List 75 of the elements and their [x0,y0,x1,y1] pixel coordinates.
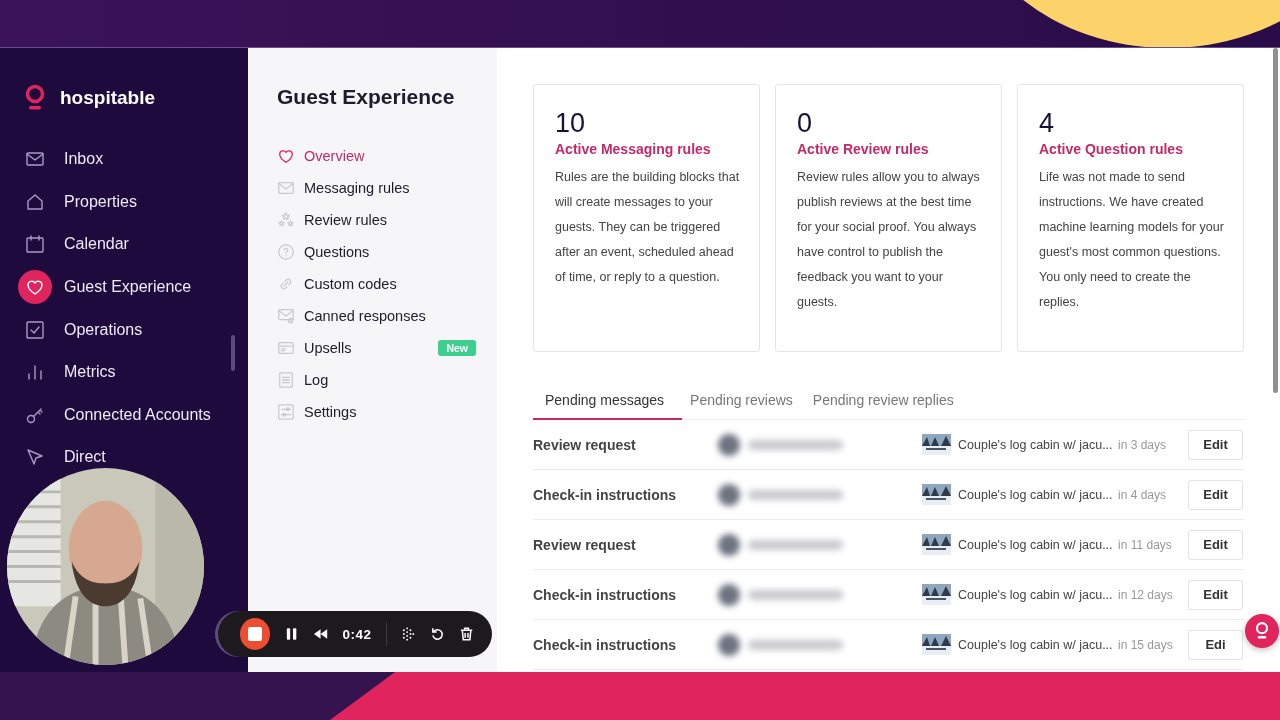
sidebar-item[interactable]: Operations [0,308,248,351]
edit-button[interactable]: Edi [1188,629,1243,660]
logo-icon [1254,621,1270,641]
grid-icon[interactable] [400,626,416,642]
house-icon [25,191,45,212]
rule-count: 4 [1039,107,1056,139]
message-type: Review request [533,536,637,553]
card-description: Life was not made to send instructions. We have created machine learning models for your guest's most common questions. You only need to create the replies. [1039,169,1225,311]
due-time: in 12 days [1118,587,1174,602]
message-type: Check-in instructions [533,486,678,503]
property-name: Couple's log cabin w/ jacu... [958,637,1113,652]
sidebar-item[interactable]: Calendar [0,223,248,266]
calendar-icon [25,234,45,255]
subnav-item[interactable]: Log [277,364,476,396]
tab[interactable]: Pending reviews [682,382,805,420]
new-badge: New [438,340,476,356]
heart-icon [277,147,295,165]
subnav-item[interactable]: Canned responses [277,300,476,332]
subnav-item[interactable]: Custom codes [277,268,476,300]
envelope-icon [277,179,295,197]
card-title: Active Review rules [797,141,930,157]
brand-name: hospitable [60,87,155,109]
stars-icon [277,211,295,229]
sidebar-item[interactable]: Inbox [0,138,248,181]
property-name: Couple's log cabin w/ jacu... [958,487,1113,502]
property-name: Couple's log cabin w/ jacu... [958,587,1113,602]
sidebar-item[interactable]: Direct [0,436,248,479]
trash-icon[interactable] [458,626,474,642]
cursor-arrow-icon [25,447,45,468]
sidebar-item[interactable]: Properties [0,180,248,224]
tab[interactable]: Pending messages [533,382,683,420]
card-title: Active Question rules [1039,141,1184,157]
due-time: in 4 days [1118,487,1168,502]
question-icon [277,243,295,261]
sidebar-item[interactable]: Guest Experience [0,265,248,309]
sidebar-item[interactable]: Connected Accounts [0,393,248,437]
property-name: Couple's log cabin w/ jacu... [958,537,1113,552]
due-time: in 15 days [1118,637,1174,652]
subnav-item[interactable]: Questions [277,236,476,268]
sliders-icon [277,403,295,421]
page-title: Guest Experience [276,84,456,109]
tab[interactable]: Pending review replies [804,382,966,420]
restart-icon[interactable] [429,626,445,642]
due-time: in 11 days [1118,537,1173,552]
checkbox-icon [25,319,45,340]
card-description: Rules are the building blocks that will create messages to your guests. They can be triggered after an event, scheduled ahead of time, or reply to a question. [555,169,741,286]
recording-time: 0:42 [342,626,372,642]
edit-button[interactable]: Edit [1188,429,1243,460]
document-icon [277,371,295,389]
scrollbar[interactable] [231,335,235,371]
stop-button[interactable] [240,618,271,650]
due-time: in 3 days [1118,437,1168,452]
rewind-icon[interactable] [313,626,329,642]
envelope-star-icon [277,307,295,325]
logo-icon [24,84,46,112]
card-icon [277,339,295,357]
message-type: Check-in instructions [533,586,678,603]
edit-button[interactable]: Edit [1188,479,1243,510]
subnav-item[interactable]: Review rules [277,204,476,236]
subnav-item[interactable]: Messaging rules [277,172,476,204]
message-type: Review request [533,436,637,453]
bar-chart-icon [25,362,45,383]
edit-button[interactable]: Edit [1188,579,1243,610]
scrollbar[interactable] [1273,48,1278,393]
rule-count: 10 [555,107,587,139]
rule-count: 0 [797,107,814,139]
subnav-item[interactable]: Overview [277,140,476,172]
message-type: Check-in instructions [533,636,678,653]
card-description: Review rules allow you to always publish reviews at the best time for your social proof. You always have control to publish the feedback you want to your guests. [797,169,981,311]
property-name: Couple's log cabin w/ jacu... [958,437,1113,452]
subnav-item[interactable]: Upsells New [277,332,476,364]
card-title: Active Messaging rules [555,141,712,157]
edit-button[interactable]: Edit [1188,529,1243,560]
subnav-item[interactable]: Settings [277,396,476,428]
sidebar-item[interactable]: Metrics [0,350,248,394]
